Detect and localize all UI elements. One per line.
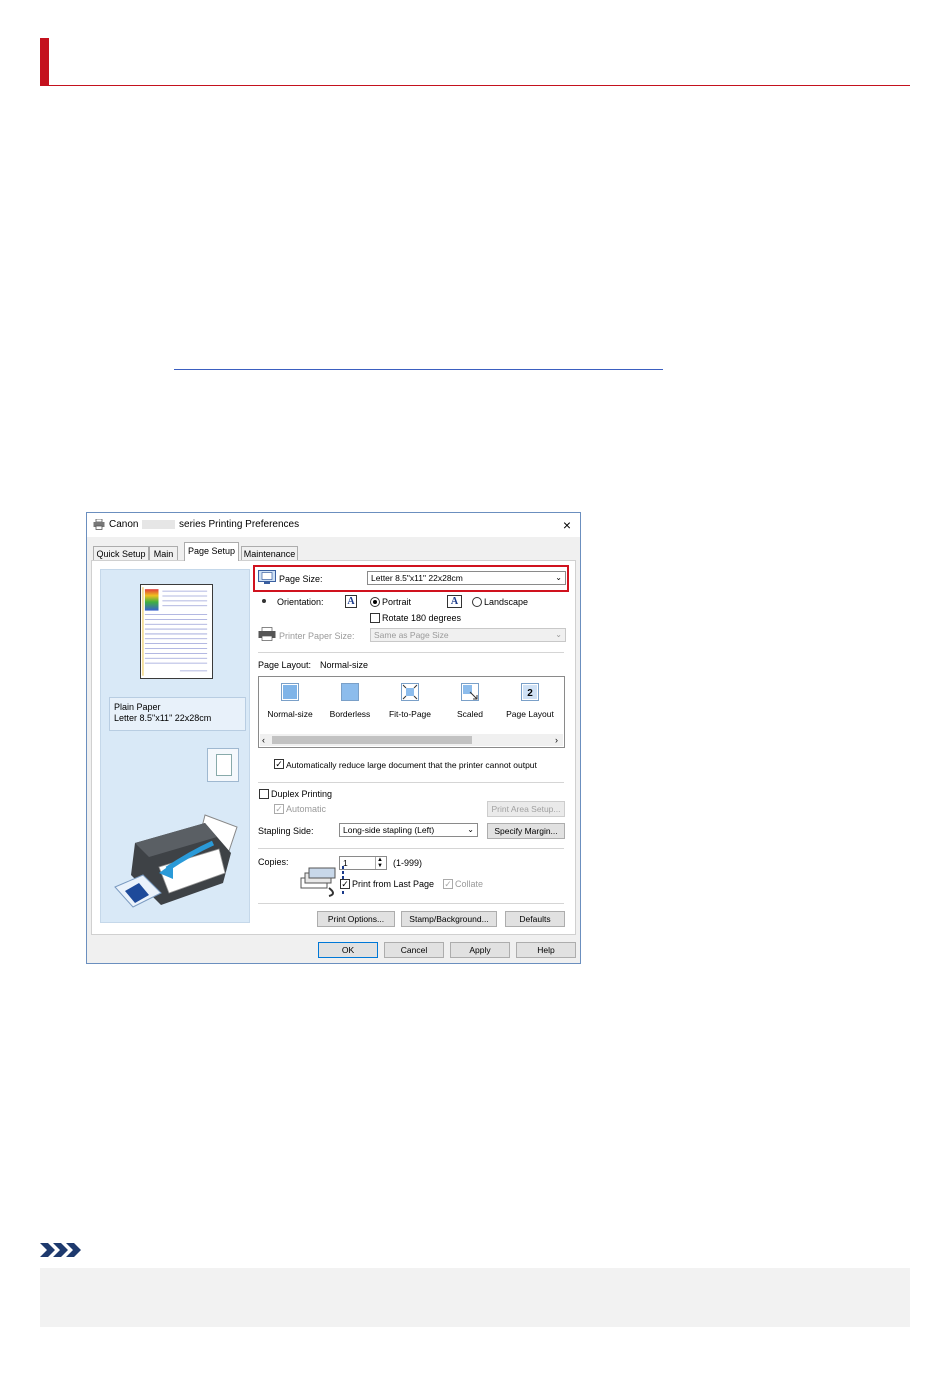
title-prefix: Canon	[109, 519, 139, 530]
layout-item-scaled[interactable]: Scaled	[440, 677, 500, 737]
chevron-down-icon: ⌄	[467, 825, 474, 834]
page-layout-icon: 2	[521, 683, 539, 701]
page-size-select[interactable]: Letter 8.5"x11" 22x28cm ⌄	[367, 571, 566, 585]
auto-reduce-checkbox[interactable]: ✓	[274, 759, 284, 769]
redacted-model-name	[142, 519, 176, 529]
stapling-side-value: Long-side stapling (Left)	[343, 825, 435, 835]
page-preview-thumbnail	[140, 584, 213, 679]
section-header-bar	[40, 38, 49, 86]
layout-item-borderless[interactable]: Borderless	[320, 677, 380, 737]
page-layout-label: Page Layout:	[258, 660, 312, 670]
auto-reduce-label: Automatically reduce large document that…	[286, 760, 537, 770]
landscape-label: Landscape	[484, 597, 529, 607]
print-area-setup-button[interactable]: Print Area Setup...	[487, 801, 565, 817]
help-button[interactable]: Help	[516, 942, 576, 958]
page-layout-value: Normal-size	[320, 660, 369, 670]
printer-paper-icon	[258, 627, 276, 641]
scrollbar-thumb[interactable]	[272, 736, 472, 744]
page-size-icon	[258, 570, 276, 584]
landscape-glyph-icon: A	[447, 595, 462, 608]
stamp-background-button[interactable]: Stamp/Background...	[401, 911, 497, 927]
printer-paper-size-label: Printer Paper Size:	[279, 631, 355, 641]
apply-button[interactable]: Apply	[450, 942, 510, 958]
section-header-rule	[40, 85, 910, 86]
print-from-last-page-checkbox[interactable]: ✓	[340, 879, 350, 889]
landscape-radio[interactable]	[472, 597, 482, 607]
scaled-icon	[461, 683, 479, 701]
portrait-glyph-icon: A	[345, 595, 357, 608]
note-chevrons-icon	[40, 1243, 81, 1257]
duplex-automatic-label: Automatic	[286, 804, 327, 814]
tab-maintenance[interactable]: Maintenance	[241, 546, 298, 560]
divider	[258, 848, 564, 849]
defaults-button[interactable]: Defaults	[505, 911, 565, 927]
title-suffix: series Printing Preferences	[179, 519, 300, 530]
media-type-text: Plain Paper	[114, 702, 161, 712]
duplex-automatic-checkbox[interactable]: ✓	[274, 804, 284, 814]
cancel-button[interactable]: Cancel	[384, 942, 444, 958]
paper-info-box: Plain Paper Letter 8.5"x11" 22x28cm	[109, 697, 246, 731]
orientation-thumbnail	[207, 748, 239, 782]
copies-label: Copies:	[258, 857, 289, 867]
layout-item-label: Scaled	[457, 709, 483, 719]
copies-stack-icon	[300, 866, 344, 897]
orientation-bullet-icon	[262, 599, 266, 603]
stapling-side-select[interactable]: Long-side stapling (Left) ⌄	[339, 823, 478, 837]
scroll-left-icon[interactable]: ‹	[262, 734, 265, 746]
layout-item-label: Borderless	[329, 709, 371, 719]
printer-paper-size-value: Same as Page Size	[374, 630, 449, 640]
fit-to-page-icon	[401, 683, 419, 701]
printer-icon	[93, 519, 105, 530]
borderless-icon	[341, 683, 359, 701]
layout-item-page-layout[interactable]: 2 Page Layout	[500, 677, 560, 737]
dialog-title: Canon series Printing Preferences	[109, 519, 299, 530]
layout-item-label: Normal-size	[267, 709, 313, 719]
media-size-text: Letter 8.5"x11" 22x28cm	[114, 713, 212, 723]
printer-paper-size-select[interactable]: Same as Page Size ⌄	[370, 628, 566, 642]
layout-item-label: Fit-to-Page	[388, 709, 432, 719]
printing-preferences-dialog: Canon series Printing Preferences × Quic…	[86, 512, 581, 964]
portrait-radio[interactable]	[370, 597, 380, 607]
copies-range: (1-999)	[393, 858, 423, 868]
divider	[258, 652, 564, 653]
ok-button[interactable]: OK	[318, 942, 378, 958]
rotate-180-checkbox[interactable]	[370, 613, 380, 623]
document-link-underline[interactable]	[174, 369, 663, 370]
normal-size-icon	[281, 683, 299, 701]
close-button[interactable]: ×	[557, 515, 577, 535]
page-size-label: Page Size:	[279, 574, 323, 584]
stepper-arrows-icon[interactable]: ▲ ▼	[375, 857, 383, 869]
specify-margin-button[interactable]: Specify Margin...	[487, 823, 565, 839]
collate-checkbox[interactable]: ✓	[443, 879, 453, 889]
layout-item-normal-size[interactable]: Normal-size	[260, 677, 320, 737]
divider	[258, 782, 564, 783]
note-box	[40, 1268, 910, 1327]
scroll-right-icon[interactable]: ›	[555, 734, 558, 746]
layout-item-fit-to-page[interactable]: Fit-to-Page	[380, 677, 440, 737]
orientation-label: Orientation:	[277, 597, 324, 607]
page-size-value: Letter 8.5"x11" 22x28cm	[371, 573, 463, 583]
collate-label: Collate	[455, 879, 484, 889]
copies-input[interactable]: 1 ▲ ▼	[339, 856, 387, 870]
printer-illustration-icon	[114, 814, 238, 908]
chevron-down-icon: ⌄	[555, 630, 562, 639]
stapling-side-label: Stapling Side:	[258, 826, 314, 836]
chevron-down-icon: ⌄	[555, 573, 562, 582]
tab-main[interactable]: Main	[149, 546, 178, 560]
duplex-printing-label: Duplex Printing	[271, 789, 333, 799]
layout-horizontal-scrollbar[interactable]: ‹ ›	[260, 734, 563, 746]
duplex-printing-checkbox[interactable]	[259, 789, 269, 799]
title-bar[interactable]: Canon series Printing Preferences ×	[87, 513, 580, 537]
print-options-button[interactable]: Print Options...	[317, 911, 395, 927]
layout-item-label: Page Layout	[506, 709, 554, 719]
divider	[258, 903, 564, 904]
print-from-last-page-label: Print from Last Page	[352, 879, 435, 889]
svg-text:2: 2	[527, 688, 533, 699]
page-layout-list: Normal-size Borderless Fit-to-Page Scale…	[258, 676, 565, 748]
tab-quick-setup[interactable]: Quick Setup	[93, 546, 149, 560]
rotate-180-label: Rotate 180 degrees	[382, 613, 462, 623]
portrait-label: Portrait	[382, 597, 412, 607]
tab-page-setup[interactable]: Page Setup	[184, 542, 239, 561]
